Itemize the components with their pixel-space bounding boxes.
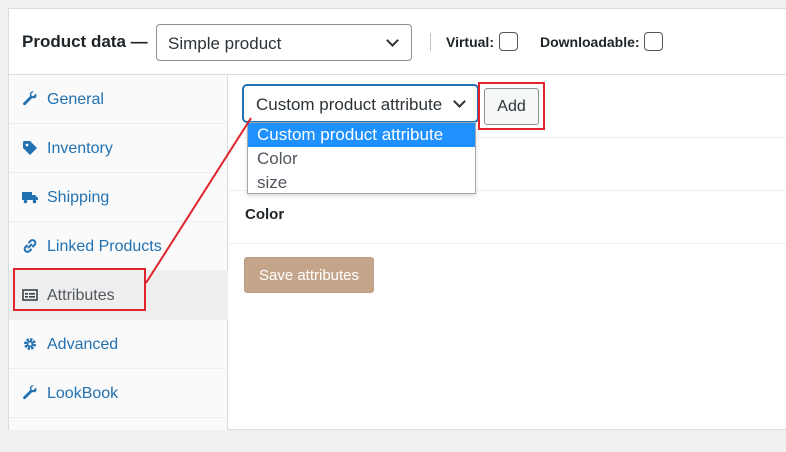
attribute-row-color[interactable]: Color [245,206,284,223]
product-type-select[interactable]: Simple product [156,24,412,61]
highlight-box-add [478,82,545,130]
tab-label: General [47,91,104,108]
tab-label: Inventory [47,140,113,157]
attribute-dropdown-list: Custom product attribute Color size [247,122,476,194]
dropdown-option[interactable]: Color [248,147,475,171]
virtual-checkbox[interactable] [499,32,518,51]
attribute-taxonomy-select[interactable]: Custom product attribute [243,85,478,122]
tag-icon [23,141,37,155]
dropdown-option[interactable]: Custom product attribute [248,123,475,147]
product-type-value: Simple product [168,34,282,53]
tab-advanced[interactable]: Advanced [9,320,228,369]
divider [229,243,786,244]
chevron-down-icon [386,34,399,47]
tab-general[interactable]: General [9,75,228,124]
link-icon [23,239,37,253]
tab-label: Linked Products [47,238,162,255]
product-data-title: Product data — [22,32,148,51]
product-data-tabs: General Inventory Shipping Linked Produc… [9,75,228,430]
header-divider [430,33,431,51]
tab-shipping[interactable]: Shipping [9,173,228,222]
downloadable-checkbox[interactable] [644,32,663,51]
gear-icon [24,338,36,350]
save-attributes-button[interactable]: Save attributes [244,257,374,293]
tab-label: LookBook [47,385,119,402]
truck-icon [22,192,38,204]
virtual-label: Virtual: [446,34,494,50]
tab-inventory[interactable]: Inventory [9,124,228,173]
chevron-down-icon [453,95,466,108]
highlight-box-attributes [13,268,146,311]
tab-linked-products[interactable]: Linked Products [9,222,228,271]
attribute-select-value: Custom product attribute [256,95,443,114]
tab-lookbook[interactable]: LookBook [9,369,228,418]
product-data-header: Product data — Simple product Virtual: D… [9,9,786,75]
tab-label: Shipping [47,189,110,206]
dropdown-option[interactable]: size [248,171,475,195]
product-data-panel: Product data — Simple product Virtual: D… [8,8,786,430]
wrench-icon [23,91,37,106]
downloadable-label: Downloadable: [540,34,640,50]
wrench-icon [23,385,37,400]
tab-label: Advanced [47,336,119,353]
